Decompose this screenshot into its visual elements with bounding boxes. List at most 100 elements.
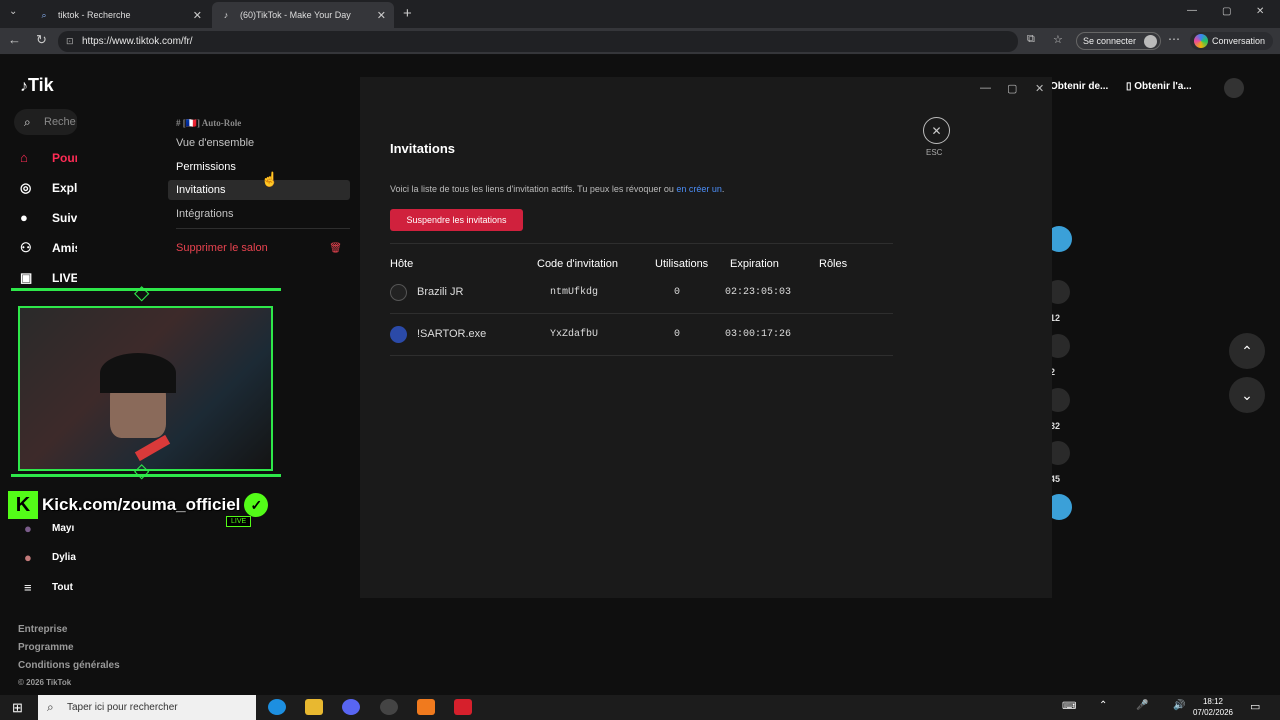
keyboard-icon[interactable]: ⌨ xyxy=(1062,701,1076,712)
tiktok-icon: ♪ xyxy=(223,10,229,20)
reload-icon[interactable]: ↻ xyxy=(36,32,47,48)
get-desktop-app-button[interactable]: Obtenir de... xyxy=(1050,81,1108,92)
sign-in-label: Se connecter xyxy=(1083,36,1137,46)
file-explorer-icon[interactable] xyxy=(305,699,323,715)
nav-label: LIVE xyxy=(52,271,79,285)
nav-following[interactable]: ● Suiv xyxy=(20,210,77,225)
next-video-button[interactable]: ⌄ xyxy=(1229,377,1265,413)
site-info-icon[interactable]: ⊡ xyxy=(66,36,74,47)
windows-start-icon[interactable]: ⊞ xyxy=(12,700,23,716)
search-placeholder: Taper ici pour rechercher xyxy=(67,702,178,713)
collections-icon[interactable]: ⧉ xyxy=(1027,33,1035,46)
url-field[interactable]: ⊡ https://www.tiktok.com/fr/ xyxy=(58,31,1018,52)
column-roles: Rôles xyxy=(819,258,848,270)
discord-icon[interactable] xyxy=(342,699,360,715)
following-item[interactable]: ● Dylia xyxy=(24,550,76,565)
search-placeholder: Reche xyxy=(44,116,76,128)
nav-explore[interactable]: ◎ Expl xyxy=(20,180,77,196)
tab-label: tiktok - Recherche xyxy=(58,10,131,20)
compass-icon: ◎ xyxy=(20,180,32,195)
tiktok-logo[interactable]: ♪Tik xyxy=(20,75,54,96)
conversation-label: Conversation xyxy=(1212,36,1266,46)
avatar xyxy=(390,326,407,343)
tiktok-search-input[interactable]: ⌕ Reche xyxy=(14,109,78,135)
system-clock[interactable]: 18:12 07/02/2026 xyxy=(1188,695,1238,720)
get-mobile-app-button[interactable]: ▯ Obtenir l'a... xyxy=(1126,81,1192,92)
taskbar-search-input[interactable]: ⌕ Taper ici pour rechercher xyxy=(38,695,256,720)
sidebar-item-permissions[interactable]: Permissions xyxy=(168,157,350,177)
sidebar-item-integrations[interactable]: Intégrations xyxy=(168,204,350,224)
settings-content: — ▢ ✕ Invitations ✕ ESC Voici la liste d… xyxy=(360,77,1052,598)
sign-in-button[interactable]: Se connecter xyxy=(1076,32,1162,50)
invite-code: ntmUfkdg xyxy=(550,287,599,298)
copyright: © 2026 TikTok xyxy=(18,678,72,687)
host-name: Brazili JR xyxy=(417,286,464,298)
back-icon[interactable]: ← xyxy=(8,32,21,47)
uses-count: 0 xyxy=(674,287,681,298)
kick-banner: K Kick.com/zouma_officiel ✓ xyxy=(8,491,286,519)
profile-avatar[interactable] xyxy=(1224,78,1244,98)
close-settings-button[interactable]: ✕ xyxy=(923,117,950,144)
kick-logo-icon: K xyxy=(8,491,38,519)
column-expiration: Expiration xyxy=(730,258,779,270)
channel-name: # [🇫🇷] Auto-Role xyxy=(176,118,241,129)
tab-tiktok-search[interactable]: ⌕ tiktok - Recherche ✕ xyxy=(30,2,210,28)
sidebar-item-overview[interactable]: Vue d'ensemble xyxy=(168,133,350,153)
maximize-icon[interactable]: ▢ xyxy=(1007,82,1017,95)
uses-count: 0 xyxy=(674,329,681,340)
previous-video-button[interactable]: ⌃ xyxy=(1229,333,1265,369)
close-tab-icon[interactable]: ✕ xyxy=(193,9,202,22)
delete-channel-button[interactable]: Supprimer le salon 🗑 xyxy=(168,238,350,258)
footer-link[interactable]: Programme xyxy=(18,642,74,653)
chevron-up-icon[interactable]: ⌃ xyxy=(1099,700,1107,711)
favorites-icon[interactable]: ☆ xyxy=(1053,33,1063,46)
friends-icon: ⚇ xyxy=(20,240,32,255)
footer-link[interactable]: Conditions générales xyxy=(18,660,120,671)
notifications-icon[interactable]: ▭ xyxy=(1250,700,1260,713)
live-badge: LIVE xyxy=(226,516,252,527)
search-icon: ⌕ xyxy=(24,114,31,129)
profile-avatar-icon: ● xyxy=(20,210,28,225)
footer-link[interactable]: Entreprise xyxy=(18,624,67,635)
see-all-label: Tout xyxy=(52,582,73,593)
home-icon: ⌂ xyxy=(20,150,28,165)
nav-friends[interactable]: ⚇ Amis xyxy=(20,240,81,256)
volume-icon[interactable]: 🔊 xyxy=(1173,700,1185,711)
tab-list-chevron-icon[interactable]: ⌄ xyxy=(9,6,17,17)
column-invite-code: Code d'invitation xyxy=(537,258,618,270)
kick-url: Kick.com/zouma_officiel xyxy=(42,495,241,514)
obs-icon[interactable] xyxy=(380,699,398,715)
suspend-invites-button[interactable]: Suspendre les invitations xyxy=(390,209,523,231)
microphone-icon[interactable]: 🎤 xyxy=(1136,700,1148,711)
nav-for-you[interactable]: ⌂ Pour xyxy=(20,150,79,165)
nav-live[interactable]: ▣ LIVE xyxy=(20,270,79,286)
close-window-icon[interactable]: ✕ xyxy=(1256,6,1264,17)
close-tab-icon[interactable]: ✕ xyxy=(377,9,386,22)
divider xyxy=(176,228,350,229)
chevron-down-icon: ⌄ xyxy=(1241,386,1253,403)
new-tab-icon[interactable]: + xyxy=(403,5,412,22)
tab-tiktok[interactable]: ♪ (60)TikTok - Make Your Day ✕ xyxy=(212,2,394,28)
more-menu-icon[interactable]: ⋯ xyxy=(1168,32,1180,46)
edge-icon[interactable] xyxy=(268,699,286,715)
nav-label: Suiv xyxy=(52,210,78,225)
diamond-icon: ◇ xyxy=(134,282,150,304)
copilot-conversation-button[interactable]: Conversation xyxy=(1190,32,1274,50)
clock-time: 18:12 xyxy=(1202,697,1224,706)
see-all-button[interactable]: ≡ Tout xyxy=(24,580,73,595)
copilot-icon xyxy=(1194,34,1208,48)
avatar-icon xyxy=(1144,35,1158,48)
app-icon[interactable] xyxy=(454,699,472,715)
divider xyxy=(390,243,893,244)
minimize-icon[interactable]: — xyxy=(980,82,991,94)
description-end: . xyxy=(721,184,725,194)
create-invite-link[interactable]: en créer un xyxy=(676,184,722,194)
minimize-window-icon[interactable]: — xyxy=(1187,5,1197,16)
sidebar-item-invitations[interactable]: Invitations xyxy=(168,180,350,200)
divider xyxy=(390,355,893,356)
close-icon[interactable]: ✕ xyxy=(1035,82,1044,95)
clock-date: 07/02/2026 xyxy=(1192,708,1234,717)
obtain-label: Obtenir l'a... xyxy=(1134,81,1192,92)
app-icon[interactable] xyxy=(417,699,435,715)
maximize-window-icon[interactable]: ▢ xyxy=(1222,6,1231,17)
